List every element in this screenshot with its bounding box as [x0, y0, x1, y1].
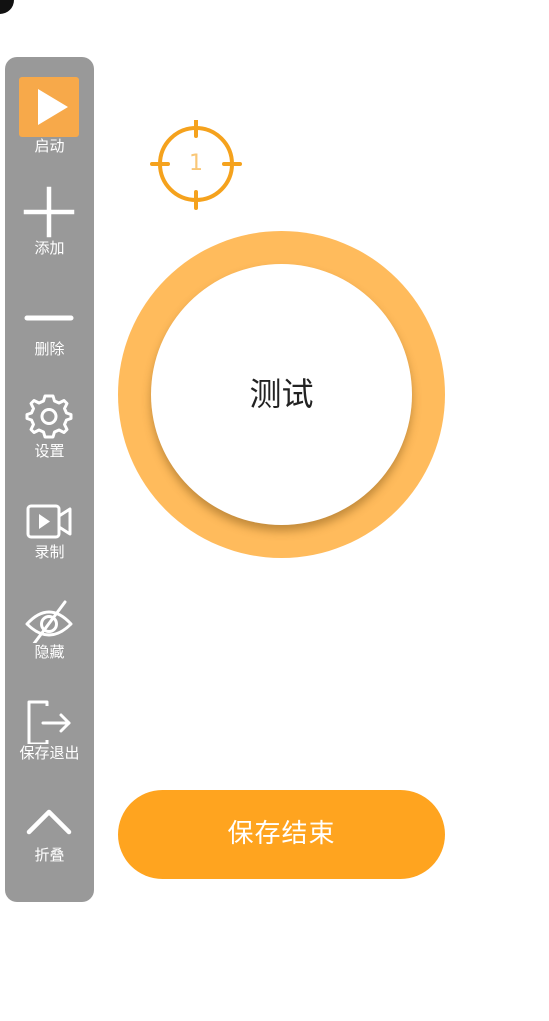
test-button-label: 测试: [249, 375, 314, 413]
play-icon: [19, 77, 79, 137]
toolbar-item-label: 删除: [34, 340, 65, 358]
corner-mark: [0, 0, 14, 14]
toolbar-item-label: 录制: [34, 543, 65, 561]
target-number: 1: [189, 151, 203, 176]
toolbar-item-hide[interactable]: 隐藏: [5, 583, 94, 681]
toolbar-item-label: 设置: [34, 442, 65, 460]
plus-icon: [23, 186, 75, 238]
test-button-face: 测试: [151, 264, 412, 525]
chevron-up-icon: [26, 809, 72, 835]
video-camera-icon: [26, 504, 72, 539]
minus-icon: [24, 315, 74, 321]
toolbar-item-collapse[interactable]: 折叠: [5, 786, 94, 884]
toolbar-item-label: 折叠: [34, 846, 65, 864]
toolbar-item-label: 隐藏: [34, 643, 65, 661]
toolbar-item-save-exit[interactable]: 保存退出: [5, 684, 94, 782]
toolbar-item-label: 启动: [34, 137, 65, 155]
toolbar-item-label: 保存退出: [19, 744, 80, 762]
toolbar-item-label: 添加: [34, 239, 65, 257]
eye-off-icon: [25, 600, 73, 643]
toolbar-item-start[interactable]: 启动: [5, 77, 94, 175]
toolbar-item-settings[interactable]: 设置: [5, 382, 94, 480]
save-finish-button[interactable]: 保存结束: [118, 790, 445, 879]
toolbar-item-add[interactable]: 添加: [5, 179, 94, 277]
side-toolbar: 启动 添加 删除 设置 录制 隐藏 保存退出 折叠: [5, 57, 94, 902]
target-marker[interactable]: 1: [150, 118, 242, 212]
toolbar-item-delete[interactable]: 删除: [5, 280, 94, 378]
gear-icon: [25, 394, 73, 439]
toolbar-item-record[interactable]: 录制: [5, 483, 94, 581]
test-button[interactable]: 测试: [118, 231, 445, 558]
exit-icon: [27, 700, 71, 744]
